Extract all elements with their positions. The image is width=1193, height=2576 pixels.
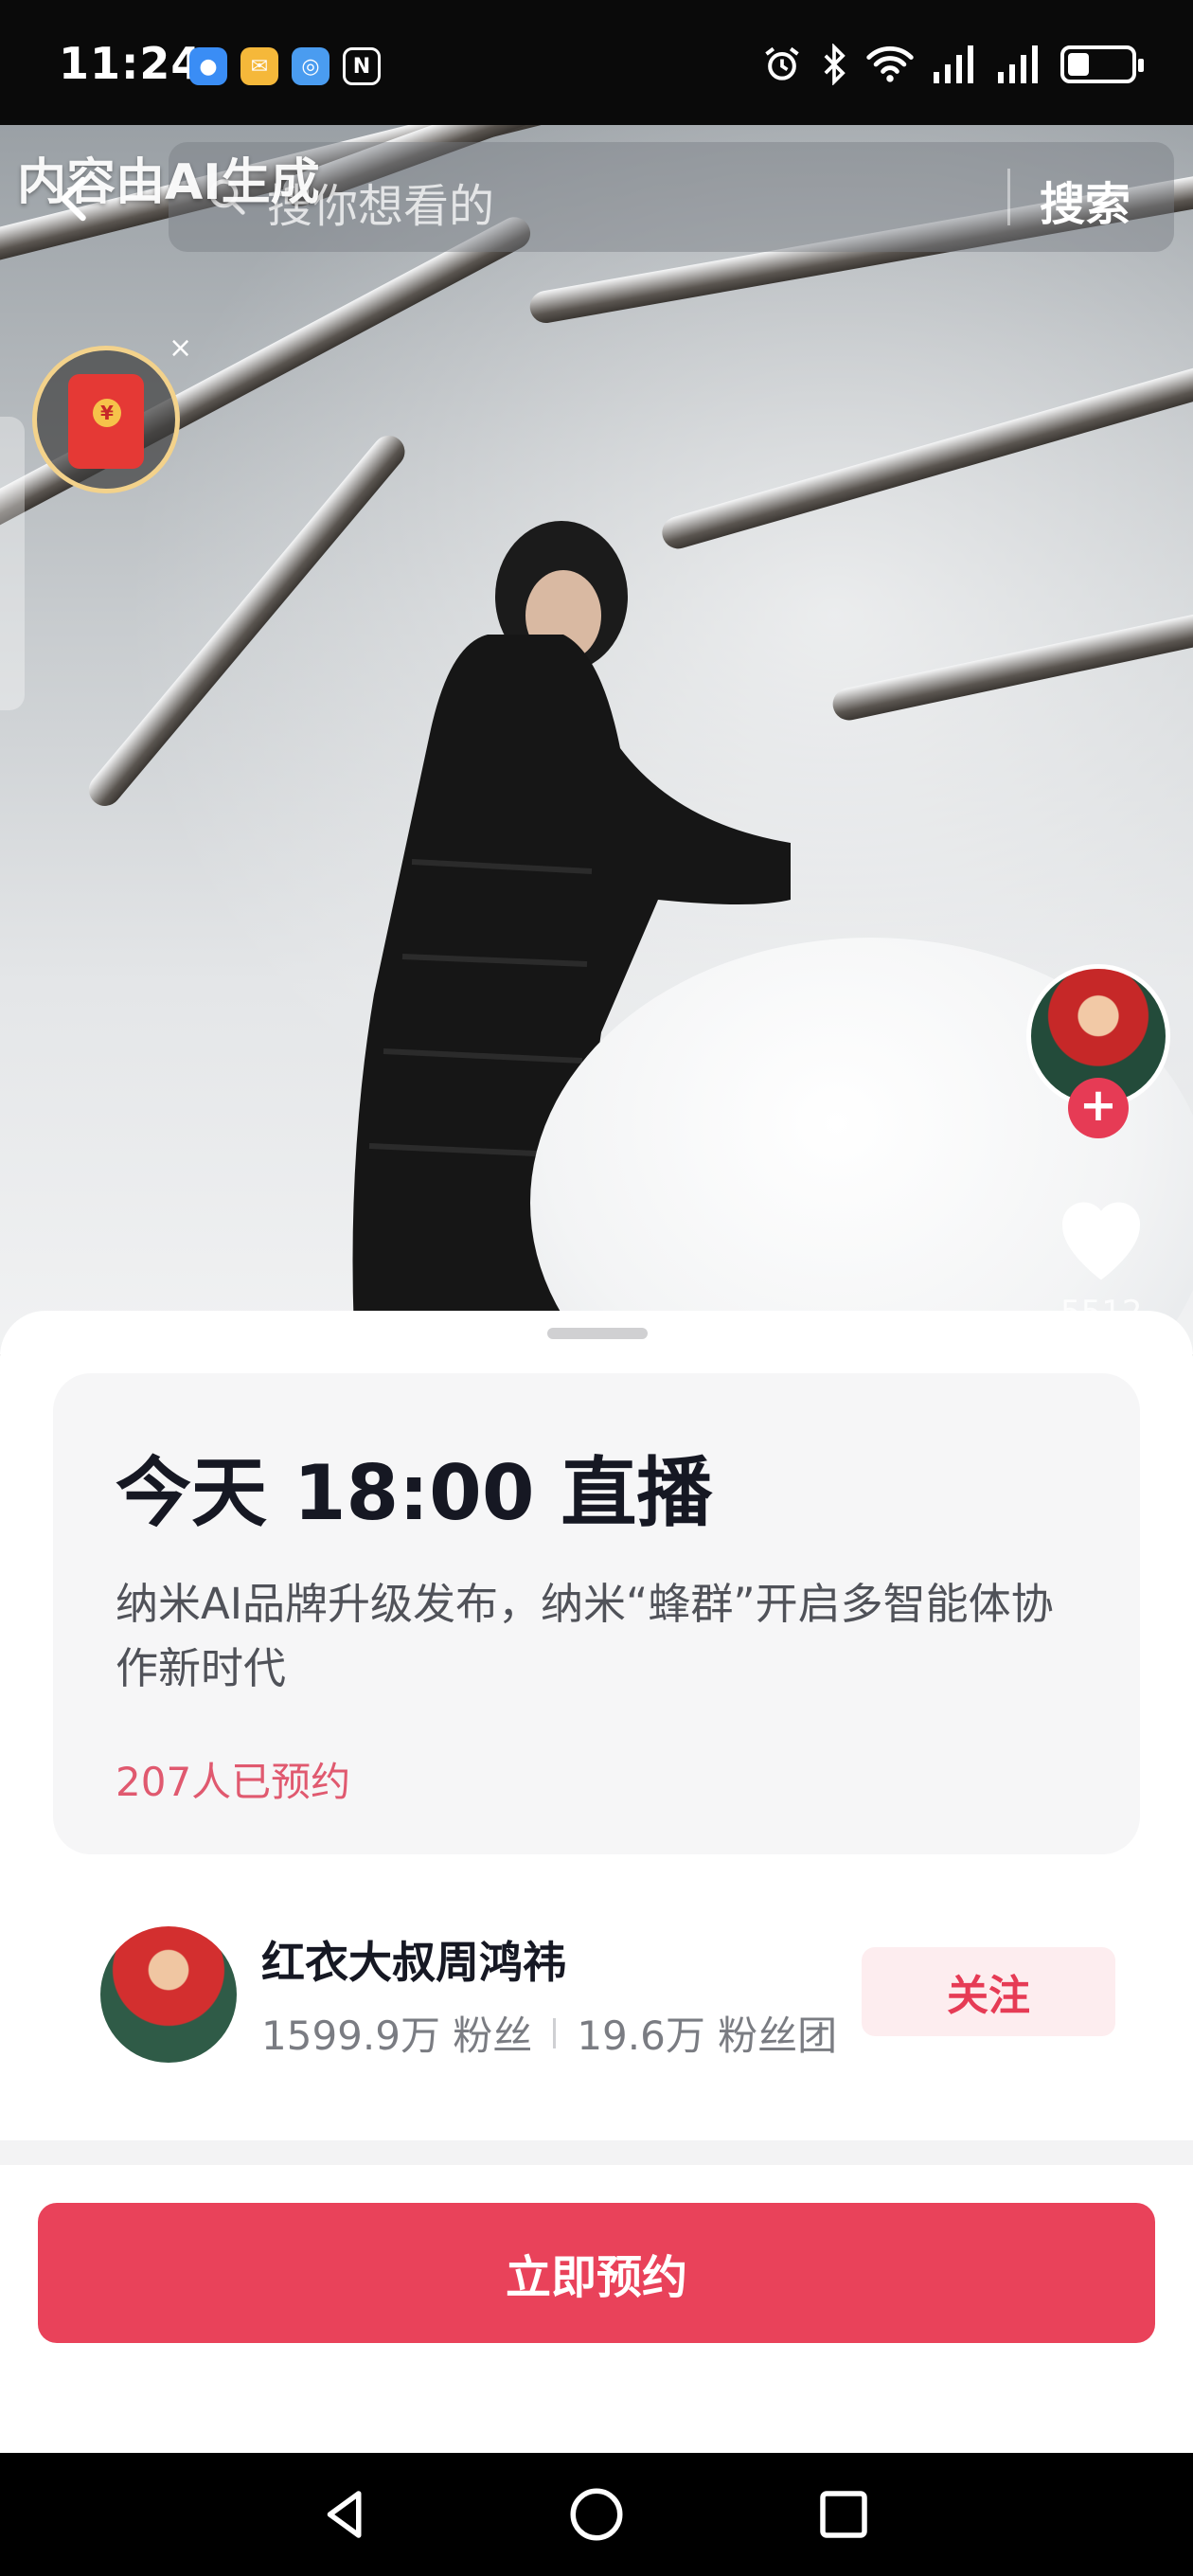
streamer-name[interactable]: 红衣大叔周鸿祎 xyxy=(261,1928,566,1991)
reserve-now-button[interactable]: 立即预约 xyxy=(38,2203,1155,2343)
search-divider xyxy=(1007,169,1010,225)
reserved-count: 207人已预约 xyxy=(116,1759,351,1805)
back-arrow-icon xyxy=(61,176,86,222)
message-icon: ● xyxy=(189,47,227,85)
status-bar: 11:24 ● ✉ ◎ N xyxy=(0,0,1193,125)
fan-club-count: 19.6万 粉丝团 xyxy=(577,2012,838,2059)
nfc-icon: N xyxy=(343,47,381,85)
red-packet-widget[interactable]: ¥ xyxy=(32,346,180,493)
live-time-title: 今天 18:00 直播 xyxy=(116,1449,713,1537)
chat-icon: ◎ xyxy=(292,47,329,85)
section-divider xyxy=(0,2140,1193,2165)
fans-count: 1599.9万 粉丝 xyxy=(261,2012,533,2059)
red-packet-close-icon[interactable]: × xyxy=(169,331,192,365)
follow-plus-icon[interactable]: + xyxy=(1068,1078,1129,1138)
nav-home-icon[interactable] xyxy=(565,2483,628,2546)
follow-button[interactable]: 关注 xyxy=(862,1947,1115,2036)
streamer-stats: 1599.9万 粉丝 19.6万 粉丝团 xyxy=(261,2004,837,2062)
notification-icons: ● ✉ ◎ N xyxy=(189,47,381,85)
status-time: 11:24 xyxy=(59,38,203,89)
stats-divider xyxy=(553,2017,557,2048)
mail-icon: ✉ xyxy=(240,47,278,85)
video-player[interactable] xyxy=(0,123,1193,1354)
nav-back-icon[interactable] xyxy=(314,2483,377,2546)
red-packet-icon: ¥ xyxy=(68,374,144,469)
search-button[interactable]: 搜索 xyxy=(1040,167,1131,233)
signal-icon xyxy=(996,44,1043,85)
live-description: 纳米AI品牌升级发布，纳米“蜂群”开启多智能体协作新时代 xyxy=(116,1579,1054,1693)
screen: 11:24 ● ✉ ◎ N 内容由AI生成 搜你想看的 搜索 ¥ × + 今天 … xyxy=(0,0,1193,2576)
live-reservation-sheet: 今天 18:00 直播 纳米AI品牌升级发布，纳米“蜂群”开启多智能体协作新时代… xyxy=(0,1311,1193,2453)
battery-fill xyxy=(1068,53,1089,76)
battery-icon xyxy=(1060,45,1144,83)
wifi-icon xyxy=(865,44,915,85)
coin-icon: ¥ xyxy=(93,399,121,427)
signal-icon xyxy=(932,44,979,85)
back-button[interactable] xyxy=(47,170,104,227)
system-nav-bar xyxy=(0,2453,1193,2576)
alarm-icon xyxy=(761,44,803,85)
system-icons xyxy=(761,44,1144,85)
streamer-avatar[interactable] xyxy=(100,1926,237,2063)
streamer-row: 红衣大叔周鸿祎 1599.9万 粉丝 19.6万 粉丝团 关注 xyxy=(0,1926,1193,2097)
nav-recents-icon[interactable] xyxy=(812,2483,875,2546)
like-heart-icon[interactable] xyxy=(1049,1190,1153,1284)
live-info-card: 今天 18:00 直播 纳米AI品牌升级发布，纳米“蜂群”开启多智能体协作新时代… xyxy=(53,1373,1140,1854)
side-drawer-handle[interactable] xyxy=(0,417,25,710)
sheet-drag-handle[interactable] xyxy=(547,1328,648,1339)
bluetooth-icon xyxy=(820,44,848,85)
